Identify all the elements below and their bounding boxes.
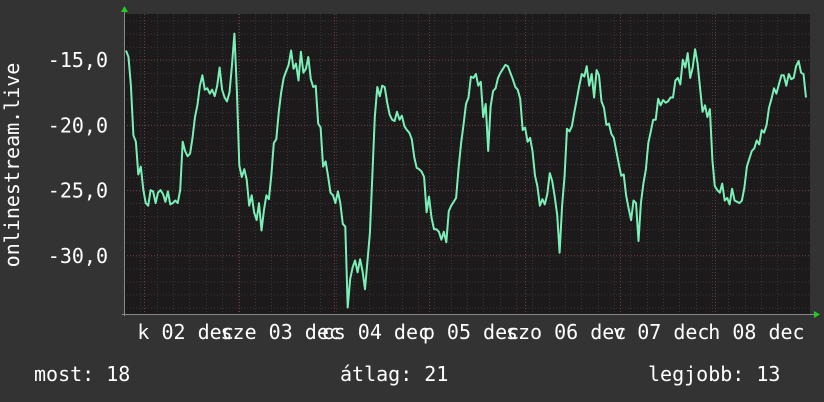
x-tick-labels: k 02 decsze 03 deccs 04 decp 05 decszo 0… [137, 320, 804, 344]
y-tick-label: -30,0 [48, 244, 108, 268]
x-tick-label: szo 06 dec [506, 320, 626, 344]
x-tick-label: h 08 dec [708, 320, 804, 344]
chart: -15,0 -20,0 -25,0 -30,0 k 02 decsze 03 decc… [0, 0, 824, 402]
x-tick-label: cs 04 dec [322, 320, 430, 344]
average-value: átlag: 21 [340, 362, 449, 386]
y-axis-label: onlinestream.live [0, 63, 24, 268]
x-tick-label: p 05 dec [423, 320, 519, 344]
y-tick-label: -15,0 [48, 48, 108, 72]
best-value: legjobb: 13 [648, 362, 781, 386]
current-value: most: 18 [34, 362, 131, 386]
y-tick-label: -25,0 [48, 179, 108, 203]
x-tick-label: v 07 dec [613, 320, 709, 344]
y-tick-label: -20,0 [48, 113, 108, 137]
x-tick-label: k 02 dec [137, 320, 233, 344]
